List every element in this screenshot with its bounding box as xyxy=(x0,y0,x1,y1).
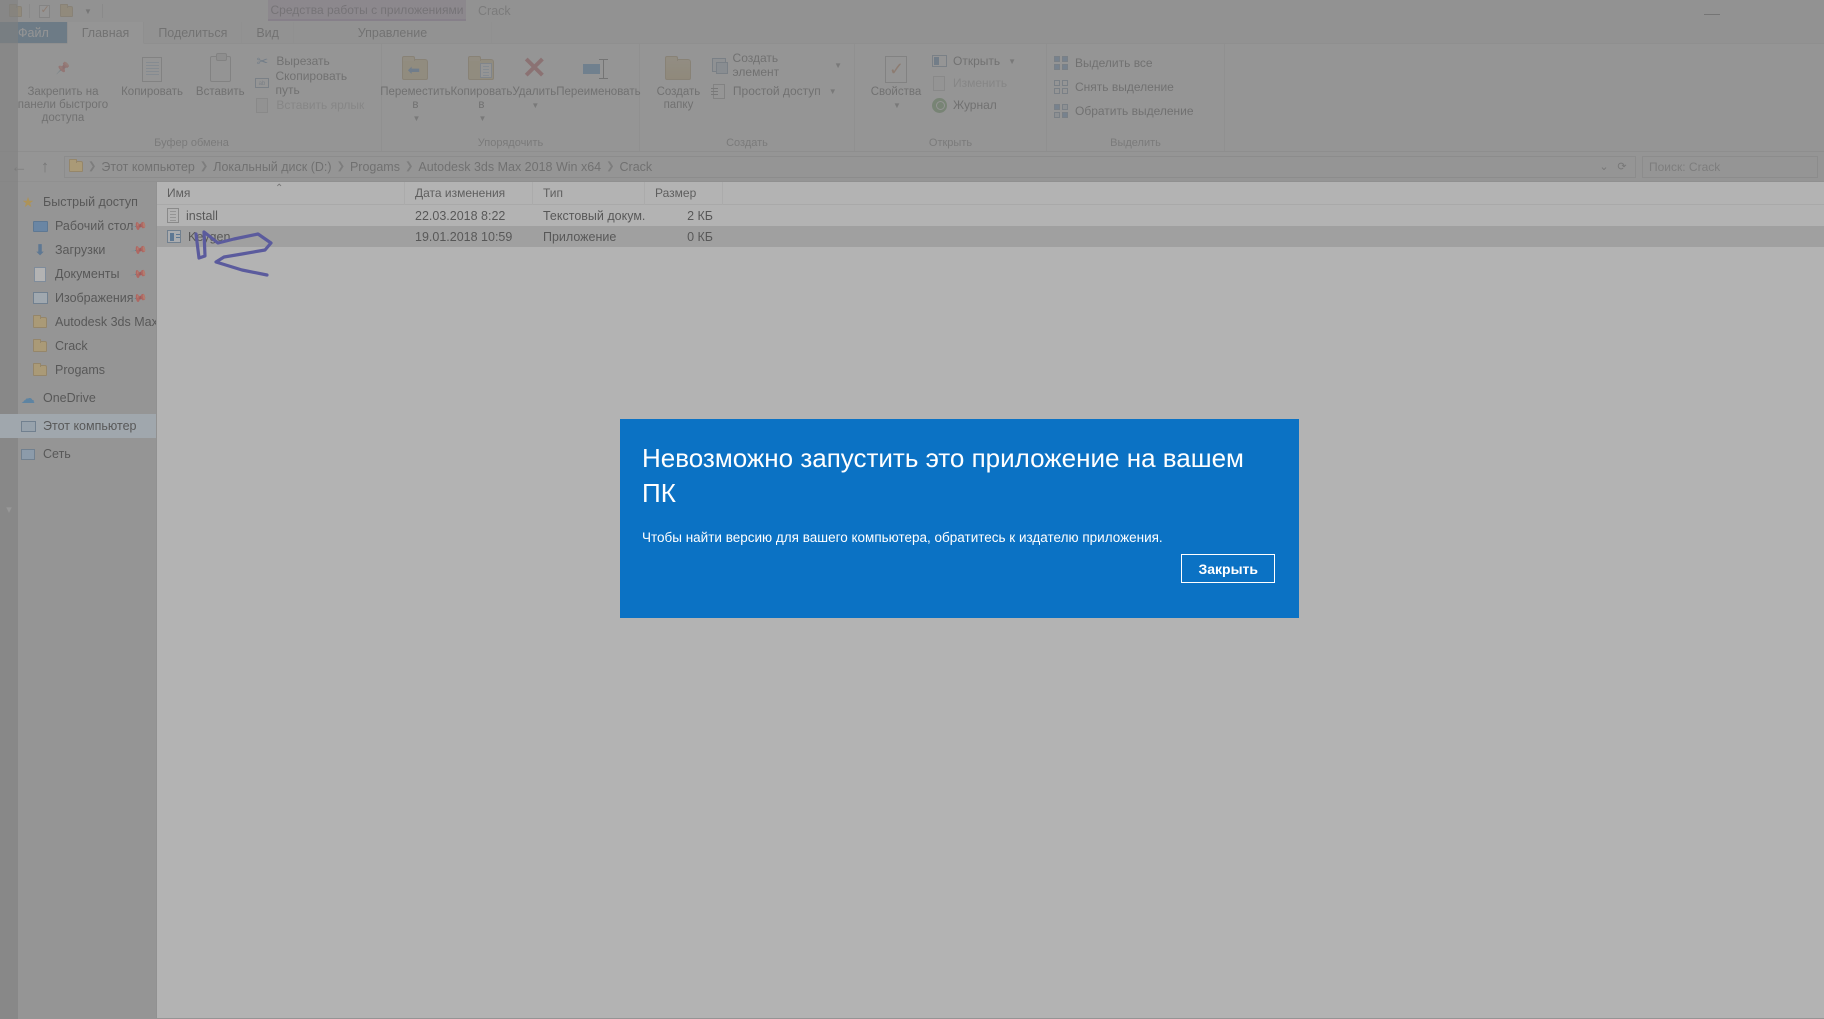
dialog-message: Чтобы найти версию для вашего компьютера… xyxy=(642,530,1163,545)
dialog-title: Невозможно запустить это приложение на в… xyxy=(642,443,1244,508)
cannot-run-app-dialog: Невозможно запустить это приложение на в… xyxy=(620,419,1299,618)
screen: ▼ Средства работы с приложениями Crack Ф… xyxy=(0,0,1824,1019)
close-button[interactable]: Закрыть xyxy=(1181,554,1275,583)
